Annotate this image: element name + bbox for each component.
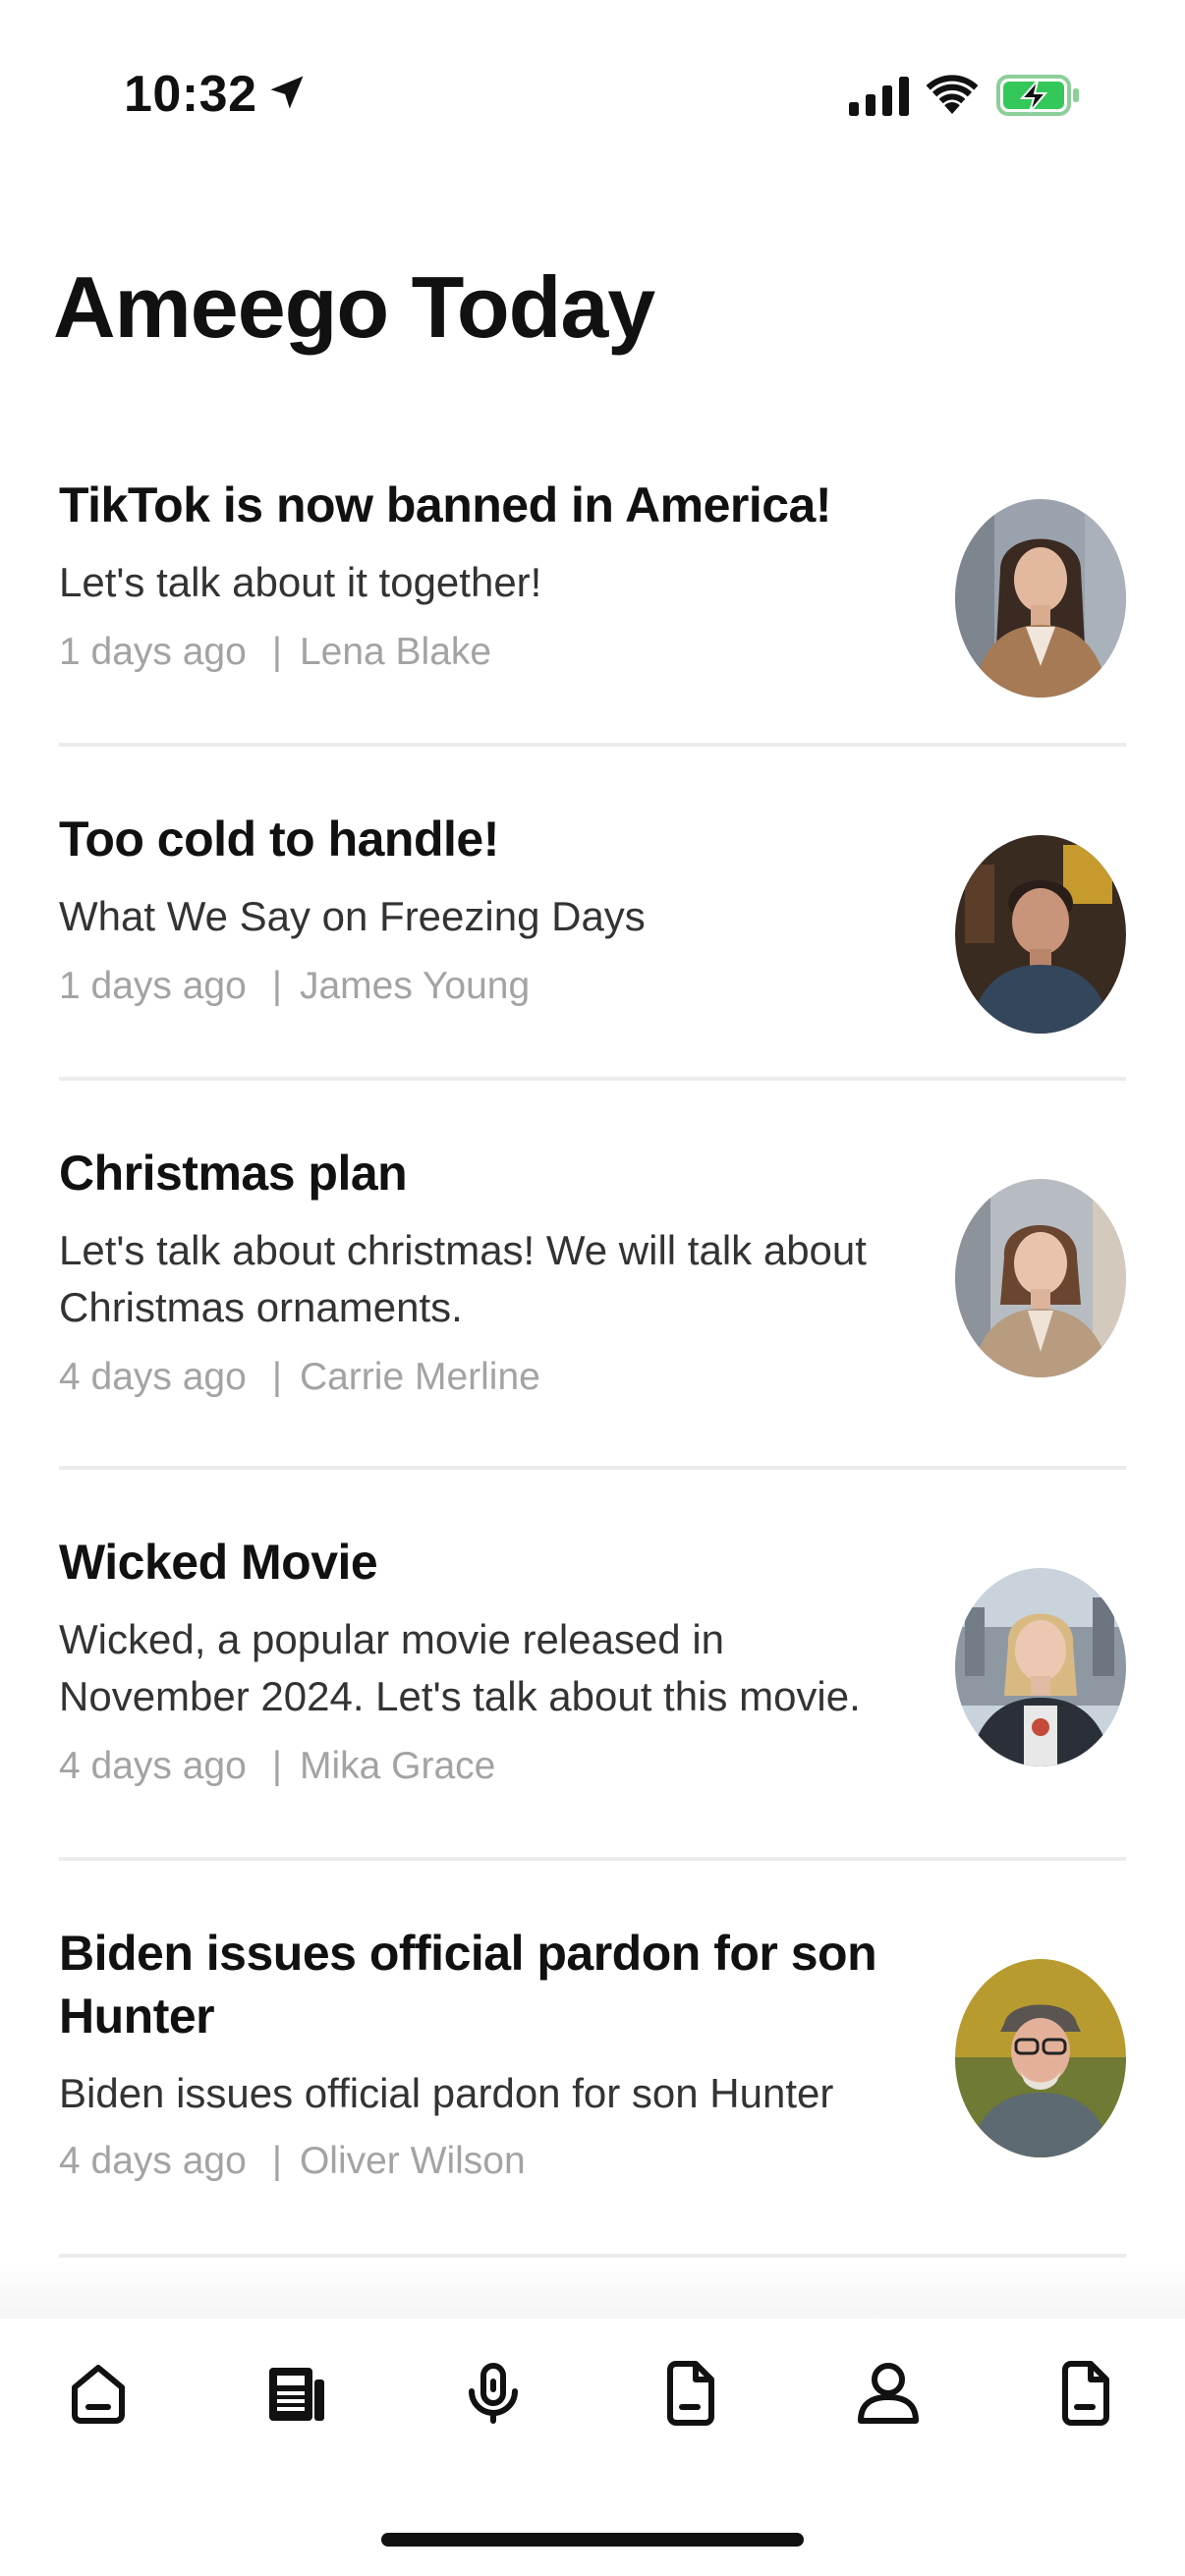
meta-separator: | (271, 2140, 282, 2182)
post-age: 1 days ago (59, 965, 247, 1007)
document-icon (667, 2361, 714, 2426)
meta-separator: | (271, 965, 282, 1007)
post-card[interactable]: Christmas plan Let's talk about christma… (59, 1142, 1126, 1466)
post-title: TikTok is now banned in America! (59, 477, 832, 532)
tab-document-2[interactable] (1049, 2358, 1120, 2429)
avatar-photo (955, 499, 1126, 698)
post-meta: 1 days ago | Lena Blake (59, 631, 491, 674)
divider (59, 1466, 1126, 1470)
author-avatar[interactable] (955, 1959, 1126, 2157)
tab-bar-fade (0, 2260, 1185, 2321)
meta-separator: | (271, 1356, 282, 1398)
avatar-photo (955, 835, 1126, 1034)
tab-home[interactable] (63, 2358, 134, 2429)
tab-profile[interactable] (853, 2358, 924, 2429)
post-meta: 1 days ago | James Young (59, 965, 530, 1008)
post-author: Carrie Merline (299, 1356, 540, 1398)
post-subtitle: Let's talk about christmas! We will talk… (59, 1227, 867, 1330)
home-icon (72, 2365, 125, 2424)
author-avatar[interactable] (955, 835, 1126, 1034)
post-age: 4 days ago (59, 1745, 247, 1787)
post-subtitle: Let's talk about it together! (59, 559, 542, 605)
divider (59, 1857, 1126, 1861)
post-subtitle: Wicked, a popular movie released in Nove… (59, 1616, 861, 1719)
wifi-icon (926, 75, 979, 114)
author-avatar[interactable] (955, 1179, 1126, 1377)
post-author: Mika Grace (299, 1745, 496, 1787)
post-author: James Young (299, 965, 531, 1007)
newspaper-icon (269, 2368, 324, 2421)
post-meta: 4 days ago | Oliver Wilson (59, 2140, 526, 2183)
post-meta: 4 days ago | Mika Grace (59, 1745, 495, 1788)
avatar-photo (955, 1568, 1126, 1766)
post-card[interactable]: TikTok is now banned in America! Let's t… (59, 474, 1126, 739)
tab-news[interactable] (261, 2358, 332, 2429)
post-subtitle: What We Say on Freezing Days (59, 893, 646, 939)
cellular-signal-icon (849, 77, 909, 116)
post-meta: 4 days ago | Carrie Merline (59, 1356, 540, 1399)
battery-charging-icon (996, 75, 1079, 116)
profile-icon (858, 2363, 919, 2424)
meta-separator: | (271, 1745, 282, 1787)
divider (59, 743, 1126, 747)
microphone-icon (469, 2363, 518, 2424)
page-title: Ameego Today (53, 258, 655, 356)
post-title: Biden issues official pardon for son Hun… (59, 1926, 877, 2044)
meta-separator: | (271, 631, 282, 673)
post-title: Too cold to handle! (59, 812, 499, 867)
avatar-photo (955, 1179, 1126, 1377)
post-age: 4 days ago (59, 2140, 247, 2182)
author-avatar[interactable] (955, 499, 1126, 698)
post-age: 1 days ago (59, 631, 247, 673)
post-subtitle: Biden issues official pardon for son Hun… (59, 2070, 834, 2116)
home-indicator[interactable] (381, 2533, 804, 2547)
author-avatar[interactable] (955, 1568, 1126, 1766)
post-title: Wicked Movie (59, 1535, 378, 1590)
document-icon (1062, 2361, 1109, 2426)
tab-voice[interactable] (458, 2358, 529, 2429)
post-author: Oliver Wilson (299, 2140, 526, 2182)
status-time: 10:32 (124, 66, 257, 123)
avatar-photo (955, 1959, 1126, 2157)
divider (59, 2254, 1126, 2258)
post-card[interactable]: Wicked Movie Wicked, a popular movie rel… (59, 1531, 1126, 1855)
divider (59, 1077, 1126, 1081)
post-age: 4 days ago (59, 1356, 247, 1398)
status-bar: 10:32 (0, 0, 1185, 177)
post-card[interactable]: Biden issues official pardon for son Hun… (59, 1922, 1126, 2246)
post-card[interactable]: Too cold to handle! What We Say on Freez… (59, 808, 1126, 1073)
post-title: Christmas plan (59, 1146, 408, 1201)
tab-document[interactable] (654, 2358, 725, 2429)
location-arrow-icon (270, 76, 304, 109)
post-author: Lena Blake (299, 631, 492, 673)
